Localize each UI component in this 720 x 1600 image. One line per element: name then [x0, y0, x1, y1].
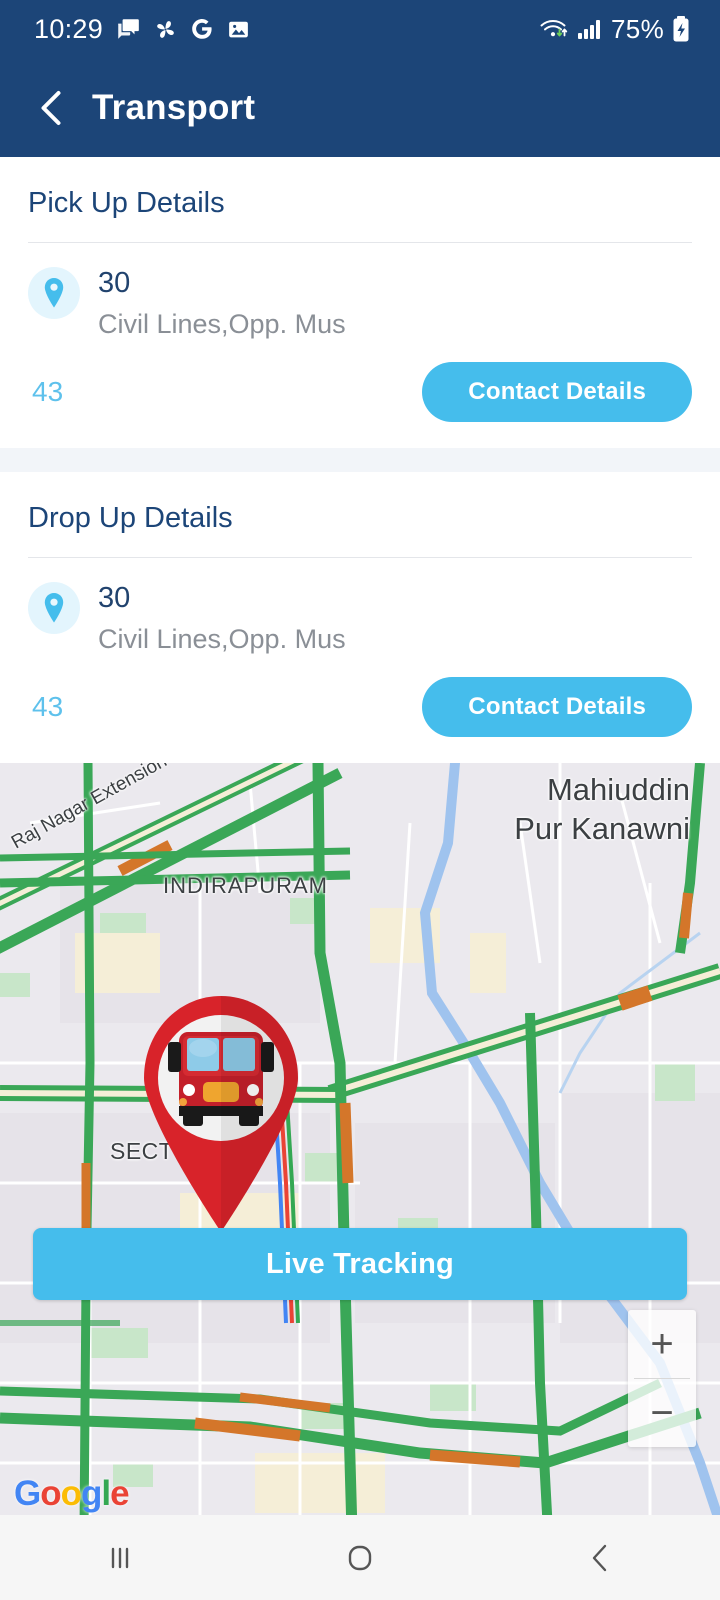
message-bubble-icon	[115, 16, 141, 42]
pickup-address: Civil Lines,Opp. Mus	[98, 308, 346, 339]
home-icon[interactable]	[300, 1515, 420, 1600]
pinwheel-icon	[153, 17, 178, 42]
location-pin-icon	[28, 582, 80, 635]
app-header: Transport	[0, 58, 720, 157]
pickup-location-row: 30 Civil Lines,Opp. Mus	[28, 243, 692, 340]
location-pin-icon	[28, 267, 80, 319]
map-label-indirapuram: INDIRAPURAM	[163, 873, 329, 899]
map-label-mahiuddin: Mahiuddin Pur Kanawni	[514, 772, 690, 847]
back-icon[interactable]	[540, 1515, 660, 1600]
google-attribution: Google	[14, 1474, 130, 1514]
zoom-in-button[interactable]: +	[628, 1310, 696, 1378]
pickup-contact-details-button[interactable]: Contact Details	[422, 362, 692, 423]
section-separator	[0, 448, 720, 473]
system-nav-bar	[0, 1515, 720, 1600]
dropup-texts: 30 Civil Lines,Opp. Mus	[98, 579, 346, 655]
battery-percent: 75%	[611, 13, 664, 44]
back-chevron-icon[interactable]	[36, 88, 66, 128]
pickup-title: Pick Up Details	[28, 187, 225, 219]
wifi-icon	[539, 16, 569, 42]
page-title: Transport	[92, 87, 256, 127]
bus-location-marker[interactable]	[131, 990, 311, 1232]
live-tracking-button[interactable]: Live Tracking	[33, 1228, 687, 1300]
signal-bars-icon	[577, 17, 603, 41]
dropup-contact-details-button[interactable]: Contact Details	[422, 677, 692, 738]
zoom-out-button[interactable]: −	[628, 1379, 696, 1447]
status-bar: 10:29 75%	[0, 0, 720, 58]
dropup-actions: 43 Contact Details	[28, 655, 692, 763]
recents-icon[interactable]	[60, 1515, 180, 1600]
map-basemap	[0, 763, 720, 1533]
status-time: 10:29	[34, 13, 104, 44]
dropup-title: Drop Up Details	[28, 502, 233, 535]
dropup-stop-code: 30	[98, 582, 131, 615]
dropup-address: Civil Lines,Opp. Mus	[98, 623, 346, 654]
pickup-route-number: 43	[32, 376, 64, 408]
dropup-route-number: 43	[32, 691, 64, 723]
map-zoom-controls: + −	[628, 1310, 696, 1447]
transport-screen: 10:29 75% Transport Pick Up Details 30 C…	[0, 0, 720, 1600]
dropup-location-row: 30 Civil Lines,Opp. Mus	[28, 558, 692, 655]
dropup-card: Drop Up Details 30 Civil Lines,Opp. Mus …	[0, 472, 720, 764]
battery-charging-icon	[672, 15, 690, 43]
pickup-actions: 43 Contact Details	[28, 340, 692, 448]
status-bar-left: 10:29	[34, 14, 251, 45]
photo-icon	[226, 17, 251, 42]
status-bar-right: 75%	[539, 14, 690, 45]
map-view[interactable]: Mahiuddin Pur Kanawni INDIRAPURAM SECTOR…	[0, 763, 720, 1533]
google-g-icon	[190, 17, 214, 41]
pickup-texts: 30 Civil Lines,Opp. Mus	[98, 264, 346, 340]
pickup-card: Pick Up Details 30 Civil Lines,Opp. Mus …	[0, 157, 720, 449]
pickup-stop-code: 30	[98, 267, 131, 299]
